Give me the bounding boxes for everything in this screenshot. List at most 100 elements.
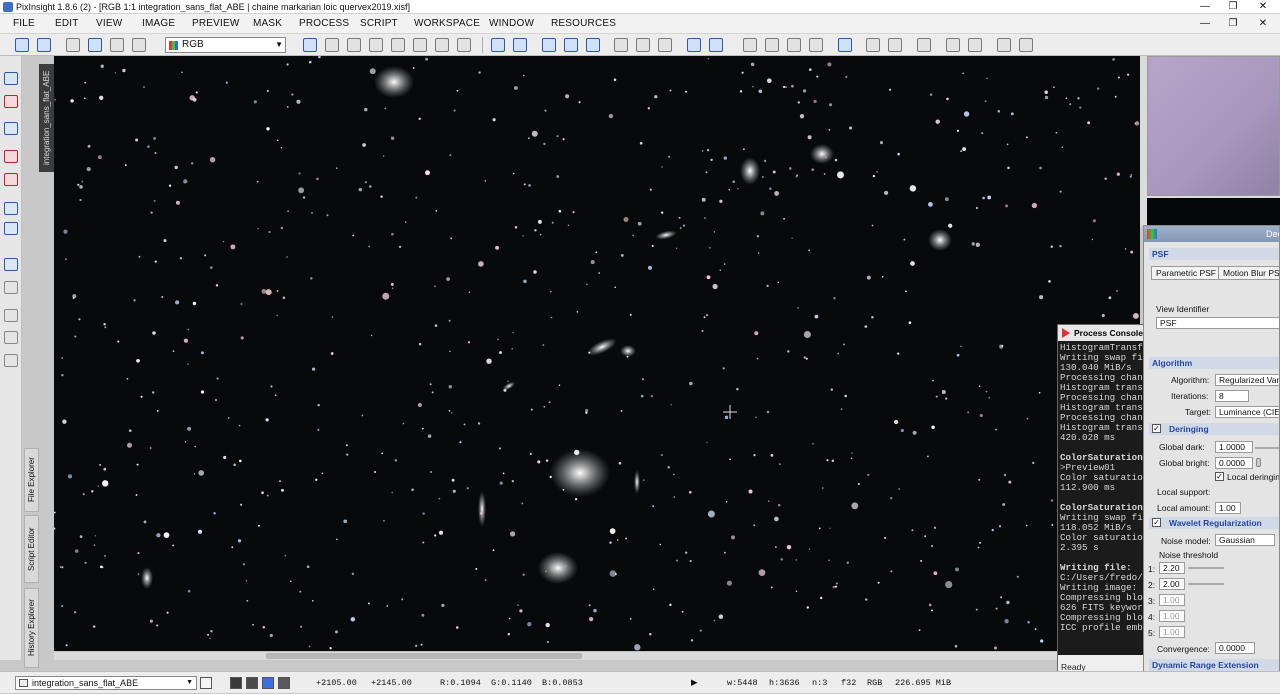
menu-mask[interactable]: MASK <box>253 14 282 34</box>
menu-process[interactable]: PROCESS <box>299 14 349 34</box>
global-bright-input[interactable]: 0.0000 <box>1215 457 1253 469</box>
fit-window-icon[interactable] <box>636 38 650 52</box>
menu-workspace[interactable]: WORKSPACE <box>414 14 480 34</box>
workspace-8-icon[interactable] <box>4 258 18 271</box>
preview-mode-icon[interactable] <box>413 38 427 52</box>
tab-motion-blur-psf[interactable]: Motion Blur PSF <box>1218 266 1279 280</box>
zoom-in-icon[interactable] <box>491 38 505 52</box>
channel-gray-icon[interactable] <box>230 677 242 689</box>
mdi-restore-button[interactable]: ❐ <box>1220 17 1246 31</box>
view-identifier-tab[interactable]: integration_sans_flat_ABE <box>39 64 54 172</box>
threshold-layer-2-input[interactable]: 2.00 <box>1159 578 1185 590</box>
view-select[interactable]: integration_sans_flat_ABE ▼ <box>15 676 197 690</box>
horizontal-scrollbar[interactable] <box>54 651 1140 660</box>
zoom-mode-icon[interactable] <box>325 38 339 52</box>
channel-select[interactable]: RGB ▼ <box>165 37 286 53</box>
workspace-12-icon[interactable] <box>4 354 18 367</box>
play-icon[interactable]: ▶ <box>691 672 698 694</box>
fit-view-icon[interactable] <box>614 38 628 52</box>
undo-icon[interactable] <box>15 38 29 52</box>
stf-auto-icon[interactable] <box>866 38 880 52</box>
deconvolution-title-bar[interactable]: Dec <box>1144 226 1279 242</box>
history-back-icon[interactable] <box>946 38 960 52</box>
workspace-7-icon[interactable] <box>4 222 18 235</box>
tile-icon[interactable] <box>709 38 723 52</box>
wavelet-regularization-checkbox[interactable]: ✓ <box>1152 518 1161 527</box>
edit-preview-icon[interactable] <box>435 38 449 52</box>
zoom-fit-icon[interactable] <box>542 38 556 52</box>
minimize-button[interactable]: — <box>1192 0 1218 14</box>
stf-icon[interactable] <box>838 38 852 52</box>
workspace-5-icon[interactable] <box>4 173 18 186</box>
script-edit-icon[interactable] <box>1019 38 1033 52</box>
rgb-channel-icon[interactable] <box>110 38 124 52</box>
channel-alpha-icon[interactable] <box>278 677 290 689</box>
deconvolution-window[interactable]: Dec PSF Parametric PSF Motion Blur PSF V… <box>1143 225 1280 693</box>
new-image-icon[interactable] <box>88 38 102 52</box>
navigator-thumbnail[interactable] <box>1147 56 1280 196</box>
deringing-section[interactable]: Deringing <box>1149 423 1279 435</box>
script-editor-tab[interactable]: Script Editor <box>24 515 39 583</box>
local-deringing-checkbox[interactable]: ✓ <box>1215 472 1224 481</box>
zoom-1-1-icon[interactable] <box>564 38 578 52</box>
stf-link-icon[interactable] <box>917 38 931 52</box>
mask-show-icon[interactable] <box>765 38 779 52</box>
menu-resources[interactable]: RESOURCES <box>551 14 616 34</box>
workspace-2-icon[interactable] <box>4 95 18 108</box>
menu-window[interactable]: WINDOW <box>489 14 534 34</box>
noise-model-select[interactable]: Gaussian <box>1215 534 1275 546</box>
close-button[interactable]: ✕ <box>1250 0 1276 14</box>
process-console-header[interactable]: Process Console <box>1058 325 1144 341</box>
history-explorer-tab[interactable]: History Explorer <box>24 588 39 668</box>
menu-image[interactable]: IMAGE <box>142 14 175 34</box>
mdi-minimize-button[interactable]: — <box>1192 17 1218 31</box>
local-amount-input[interactable]: 1.00 <box>1215 502 1241 514</box>
file-explorer-tab[interactable]: File Explorer <box>24 448 39 512</box>
algorithm-select[interactable]: Regularized Van Cittert <box>1215 374 1279 386</box>
zoom-2-1-icon[interactable] <box>586 38 600 52</box>
global-dark-slider[interactable] <box>1255 447 1279 449</box>
script-run-icon[interactable] <box>997 38 1011 52</box>
channel-blue-icon[interactable] <box>262 677 274 689</box>
workspace-10-icon[interactable] <box>4 309 18 322</box>
pointer-icon[interactable] <box>457 38 471 52</box>
psf-view-identifier-input[interactable]: PSF <box>1156 317 1279 329</box>
redo-icon[interactable] <box>37 38 51 52</box>
workspace-11-icon[interactable] <box>4 331 18 344</box>
workspace-6-icon[interactable] <box>4 202 18 215</box>
channel-dark-icon[interactable] <box>246 677 258 689</box>
menu-view[interactable]: VIEW <box>96 14 122 34</box>
workspace-9-icon[interactable] <box>4 281 18 294</box>
mask-enable-icon[interactable] <box>743 38 757 52</box>
history-forward-icon[interactable] <box>968 38 982 52</box>
workspace-4-icon[interactable] <box>4 150 18 163</box>
algorithm-section[interactable]: Algorithm <box>1149 357 1279 369</box>
maximize-button[interactable]: ❐ <box>1220 0 1246 14</box>
target-select[interactable]: Luminance (CIE Y) <box>1215 406 1279 418</box>
zoom-out-icon[interactable] <box>513 38 527 52</box>
move-mode-icon[interactable] <box>391 38 405 52</box>
menu-edit[interactable]: EDIT <box>55 14 79 34</box>
workspace-1-icon[interactable] <box>4 72 18 85</box>
process-console-window[interactable]: Process Console HistogramTransformation:… <box>1057 324 1145 680</box>
iterations-spinbox[interactable]: 8 <box>1215 390 1249 402</box>
threshold-layer-1-slider[interactable] <box>1188 567 1224 569</box>
deringing-checkbox[interactable]: ✓ <box>1152 424 1161 433</box>
dynamic-range-extension-section[interactable]: Dynamic Range Extension <box>1149 659 1279 671</box>
center-mode-icon[interactable] <box>369 38 383 52</box>
menu-script[interactable]: SCRIPT <box>360 14 398 34</box>
mask-remove-icon[interactable] <box>809 38 823 52</box>
mask-invert-icon[interactable] <box>787 38 801 52</box>
global-bright-slider[interactable] <box>1256 458 1261 467</box>
fit-screen-icon[interactable] <box>658 38 672 52</box>
threshold-layer-5-input[interactable]: 1.00 <box>1159 626 1185 638</box>
global-dark-input[interactable]: 1.0000 <box>1215 441 1253 453</box>
scrollbar-thumb[interactable] <box>266 653 582 659</box>
workspace-3-icon[interactable] <box>4 122 18 135</box>
stf-reset-icon[interactable] <box>888 38 902 52</box>
cascade-icon[interactable] <box>687 38 701 52</box>
menu-file[interactable]: FILE <box>13 14 35 34</box>
tab-parametric-psf[interactable]: Parametric PSF <box>1151 266 1221 280</box>
astro-image[interactable] <box>54 56 1140 651</box>
threshold-layer-4-input[interactable]: 1.00 <box>1159 610 1185 622</box>
